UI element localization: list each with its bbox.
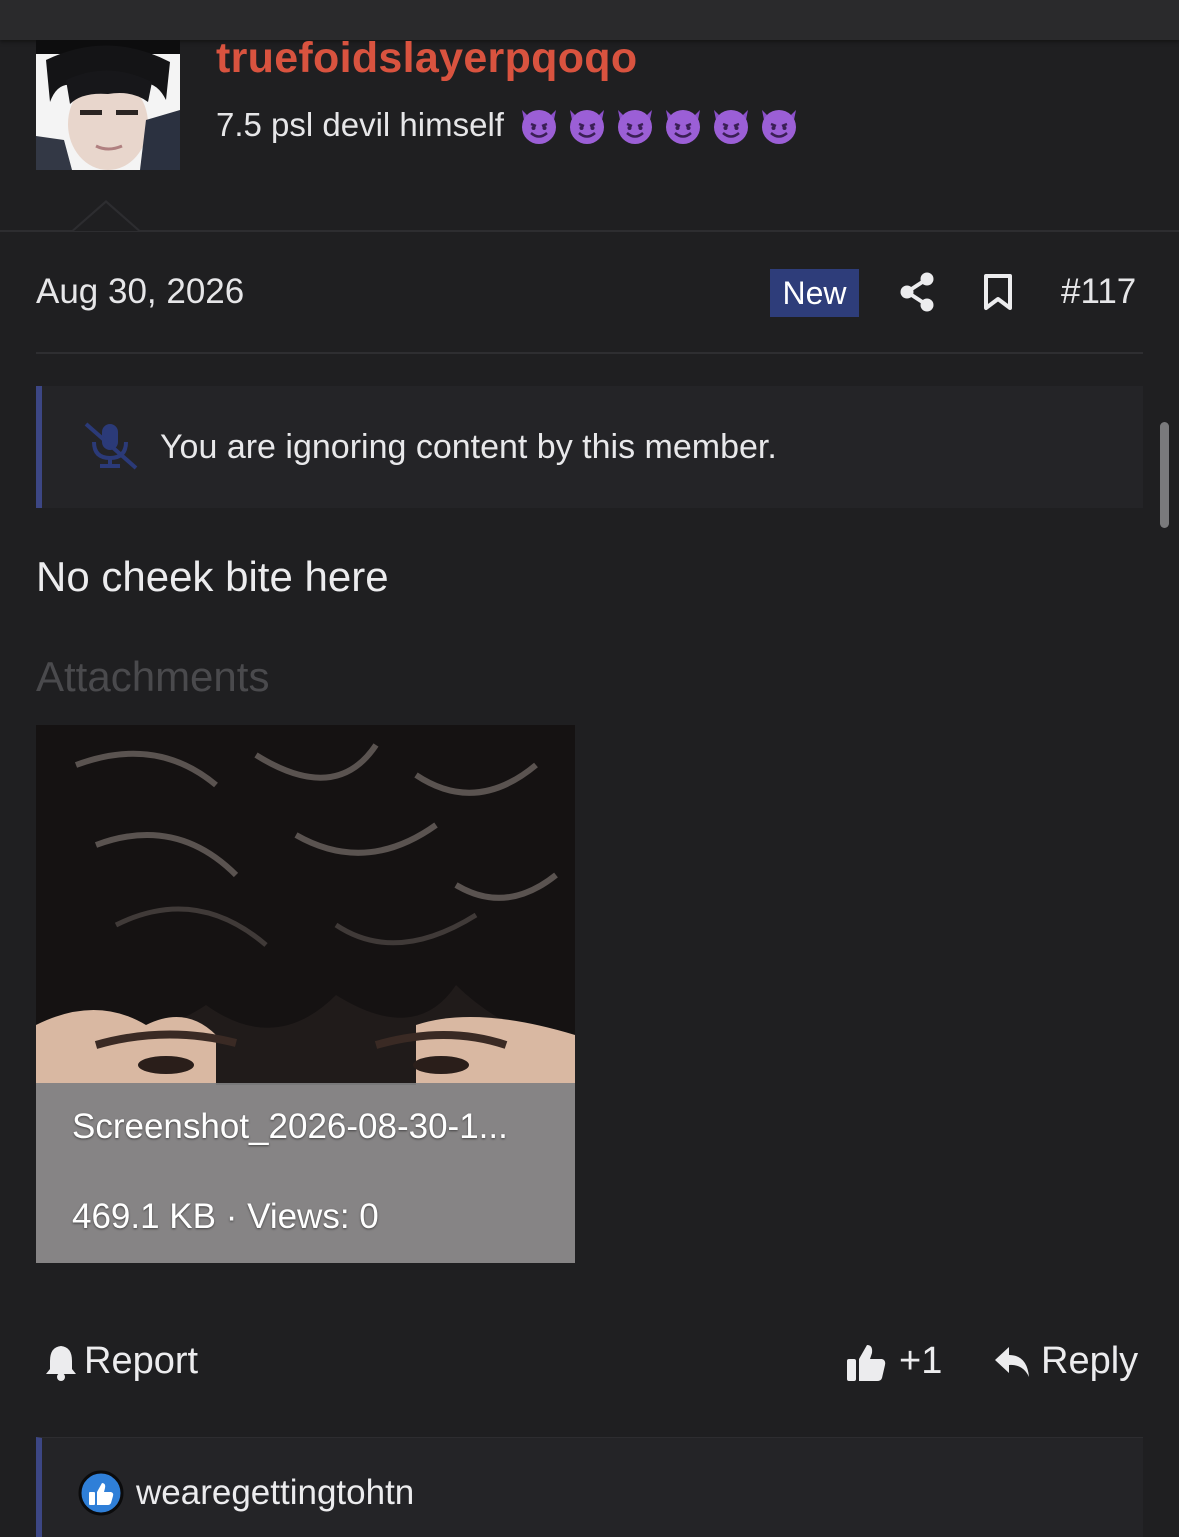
user-title-emojis: [518, 104, 806, 146]
like-button[interactable]: +1: [845, 1340, 942, 1383]
post-date[interactable]: Aug 30, 2026: [36, 272, 244, 312]
user-title-text: 7.5 psl devil himself: [216, 106, 504, 143]
meta-divider: [36, 352, 1143, 354]
user-pointer-arrow-inner: [74, 203, 138, 231]
bell-icon: [46, 1345, 76, 1381]
reply-button[interactable]: Reply: [993, 1340, 1138, 1383]
report-button[interactable]: Report: [44, 1340, 198, 1383]
attachment-thumbnail[interactable]: Screenshot_2026-08-30-1... 469.1 KB · Vi…: [36, 725, 575, 1263]
thumbs-up-icon: [847, 1344, 886, 1381]
like-count: +1: [899, 1340, 943, 1382]
smiling-devil-emoji-icon: [617, 110, 652, 144]
user-title: 7.5 psl devil himself: [216, 104, 806, 146]
reply-label: Reply: [1041, 1340, 1139, 1382]
microphone-slash-icon: [82, 420, 140, 475]
reply-arrow-icon: [995, 1346, 1029, 1377]
reaction-username[interactable]: wearegettingtohtn: [136, 1473, 414, 1513]
share-icon[interactable]: [899, 272, 935, 317]
ignored-notice-text: You are ignoring content by this member.: [160, 427, 777, 466]
new-badge: New: [770, 269, 859, 317]
post-body: No cheek bite here: [36, 553, 389, 600]
smiling-devil-emoji-icon: [521, 110, 556, 144]
smiling-devil-emoji-icon: [569, 110, 604, 144]
attachment-meta: 469.1 KB · Views: 0: [72, 1197, 379, 1236]
smiling-devil-emoji-icon: [761, 110, 796, 144]
report-label: Report: [84, 1340, 199, 1382]
smiling-devil-emoji-icon: [665, 110, 700, 144]
attachments-heading: Attachments: [36, 653, 270, 700]
user-avatar[interactable]: [36, 40, 180, 170]
ignored-content-notice[interactable]: You are ignoring content by this member.: [36, 386, 1143, 508]
like-reaction-icon: [78, 1470, 124, 1521]
attachment-filename: Screenshot_2026-08-30-1...: [72, 1107, 508, 1146]
scrollbar-thumb[interactable]: [1160, 422, 1169, 528]
username[interactable]: truefoidslayerpqoqo: [216, 34, 637, 83]
smiling-devil-emoji-icon: [713, 110, 748, 144]
post-number-link[interactable]: #117: [1061, 272, 1136, 312]
reactions-bar[interactable]: wearegettingtohtn: [36, 1437, 1143, 1537]
header-divider: [0, 230, 1179, 232]
bookmark-icon[interactable]: [983, 273, 1013, 316]
